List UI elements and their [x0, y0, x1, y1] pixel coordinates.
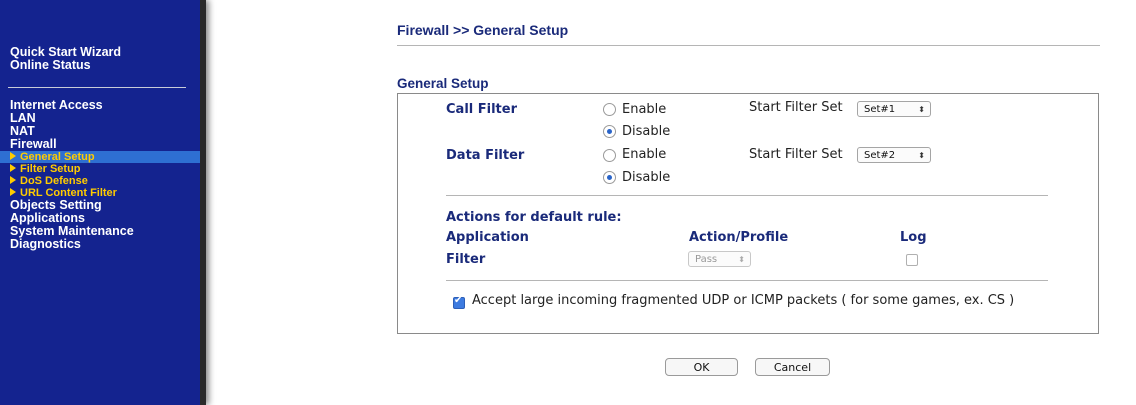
col-action-profile-header: Action/Profile [689, 230, 789, 245]
sidebar-item-diagnostics[interactable]: Diagnostics [0, 238, 200, 251]
filter-row-label: Filter [446, 252, 486, 267]
sidebar-subitem-filter-setup[interactable]: Filter Setup [0, 163, 200, 175]
chevron-updown-icon: ⬍ [738, 255, 745, 264]
data-filter-disable-radio[interactable] [603, 171, 616, 184]
sidebar-subitem-dos-defense[interactable]: DoS Defense [0, 175, 200, 187]
data-filter-disable-label: Disable [622, 170, 671, 185]
select-value: Pass [695, 254, 718, 265]
chevron-updown-icon: ⬍ [918, 105, 925, 114]
accept-fragmented-label: Accept large incoming fragmented UDP or … [472, 293, 1015, 308]
data-filter-enable-radio[interactable] [603, 149, 616, 162]
sidebar-subitem-label: General Setup [20, 151, 95, 163]
call-filter-start-set-select[interactable]: Set#1 ⬍ [857, 101, 931, 117]
col-log-header: Log [900, 230, 927, 245]
sidebar-divider [8, 87, 186, 88]
panel-divider [446, 280, 1048, 281]
sidebar: Quick Start Wizard Online Status Interne… [0, 0, 206, 405]
title-divider [397, 45, 1100, 46]
sidebar-item-online-status[interactable]: Online Status [0, 59, 200, 72]
triangle-right-icon [10, 164, 16, 172]
panel-divider [446, 195, 1048, 196]
filter-log-checkbox[interactable] [906, 254, 918, 266]
sidebar-subitem-label: Filter Setup [20, 163, 81, 175]
triangle-right-icon [10, 188, 16, 196]
data-filter-start-set-label: Start Filter Set [749, 147, 843, 162]
call-filter-start-set-label: Start Filter Set [749, 100, 843, 115]
sidebar-group-main: Internet Access LAN NAT Firewall General… [0, 99, 200, 251]
data-filter-start-set-select[interactable]: Set#2 ⬍ [857, 147, 931, 163]
sidebar-subitem-label: DoS Defense [20, 175, 88, 187]
select-value: Set#1 [864, 104, 896, 115]
page-title: Firewall >> General Setup [397, 22, 569, 38]
call-filter-enable-radio[interactable] [603, 103, 616, 116]
actions-heading: Actions for default rule: [446, 210, 622, 225]
filter-action-select[interactable]: Pass ⬍ [688, 251, 751, 267]
ok-button[interactable]: OK [665, 358, 738, 376]
triangle-right-icon [10, 152, 16, 160]
accept-fragmented-checkbox[interactable] [453, 295, 465, 309]
cancel-button[interactable]: Cancel [755, 358, 830, 376]
triangle-right-icon [10, 176, 16, 184]
section-title: General Setup [397, 76, 489, 91]
sidebar-item-firewall[interactable]: Firewall [0, 138, 200, 151]
general-setup-panel: Call Filter Enable Disable Start Filter … [397, 93, 1099, 334]
data-filter-enable-label: Enable [622, 147, 667, 162]
data-filter-label: Data Filter [446, 148, 525, 163]
select-value: Set#2 [864, 150, 896, 161]
call-filter-label: Call Filter [446, 102, 517, 117]
call-filter-disable-label: Disable [622, 124, 671, 139]
chevron-updown-icon: ⬍ [918, 151, 925, 160]
call-filter-enable-label: Enable [622, 102, 667, 117]
sidebar-subitem-general-setup[interactable]: General Setup [0, 151, 200, 163]
call-filter-disable-radio[interactable] [603, 125, 616, 138]
col-application-header: Application [446, 230, 529, 245]
sidebar-group-top: Quick Start Wizard Online Status [0, 46, 200, 72]
